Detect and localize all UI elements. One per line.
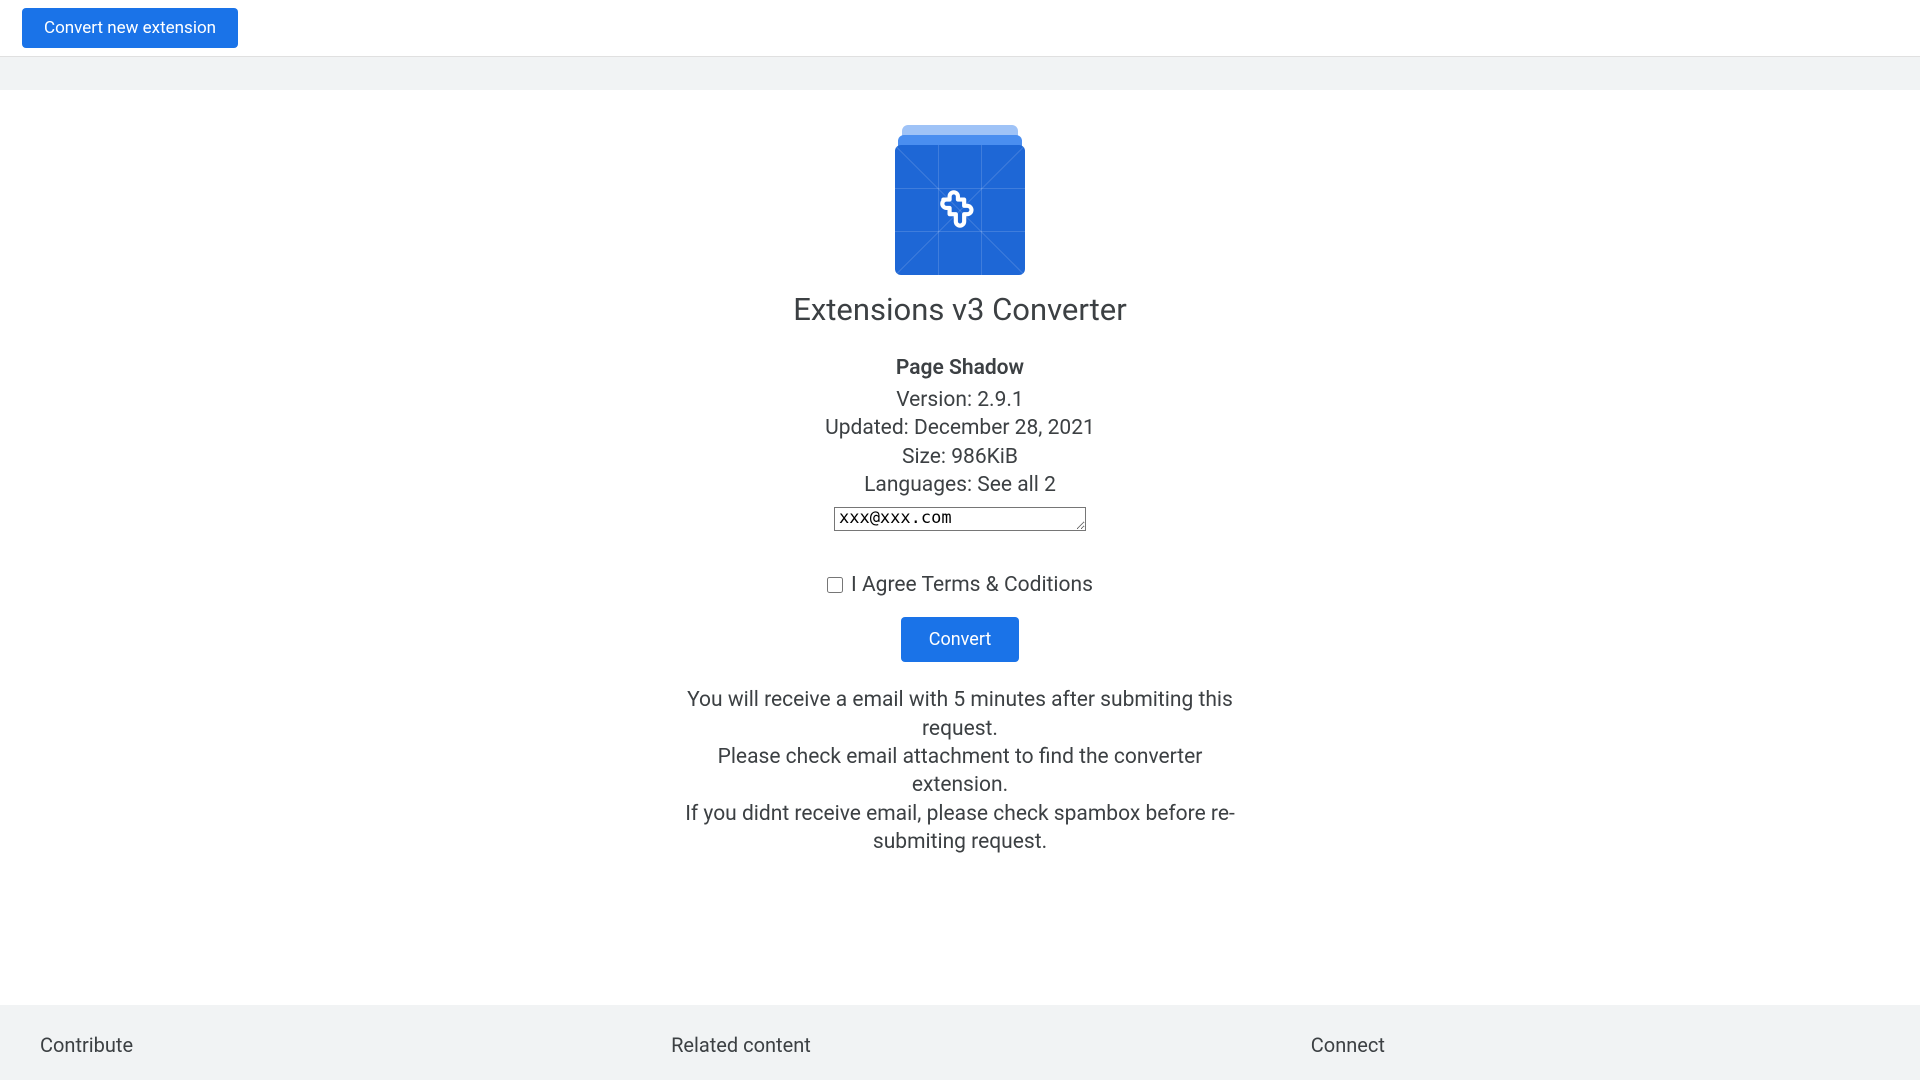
- footer-heading-contribute: Contribute: [40, 1033, 133, 1057]
- convert-button[interactable]: Convert: [901, 617, 1020, 662]
- convert-new-extension-button[interactable]: Convert new extension: [22, 8, 238, 48]
- footer-heading-related: Related content: [671, 1033, 811, 1057]
- footer: Contribute Related content Connect: [0, 1005, 1920, 1080]
- puzzle-piece-icon: [935, 185, 985, 235]
- email-field[interactable]: [834, 507, 1086, 531]
- extension-version: Version: 2.9.1: [825, 386, 1095, 414]
- extension-logo-icon: [895, 125, 1025, 275]
- agree-checkbox[interactable]: [827, 577, 843, 593]
- extension-updated: Updated: December 28, 2021: [825, 414, 1095, 442]
- app-title: Extensions v3 Converter: [793, 291, 1126, 328]
- footer-col-connect: Connect: [1311, 1033, 1385, 1080]
- extension-languages: Languages: See all 2: [825, 471, 1095, 499]
- footer-col-contribute: Contribute: [40, 1033, 133, 1080]
- sub-header-strip: [0, 57, 1920, 90]
- extension-size: Size: 986KiB: [825, 443, 1095, 471]
- agree-label: I Agree Terms & Coditions: [851, 573, 1093, 597]
- footer-col-related: Related content: [671, 1033, 811, 1080]
- main-content: Extensions v3 Converter Page Shadow Vers…: [0, 90, 1920, 856]
- note-text: You will receive a email with 5 minutes …: [680, 686, 1240, 856]
- note-line-3: If you didnt receive email, please check…: [680, 800, 1240, 857]
- extension-name: Page Shadow: [825, 356, 1095, 380]
- topbar: Convert new extension: [0, 0, 1920, 57]
- note-line-2: Please check email attachment to find th…: [680, 743, 1240, 800]
- agree-row: I Agree Terms & Coditions: [827, 573, 1093, 597]
- footer-heading-connect: Connect: [1311, 1033, 1385, 1057]
- logo-block: Extensions v3 Converter: [793, 125, 1126, 328]
- note-line-1: You will receive a email with 5 minutes …: [680, 686, 1240, 743]
- extension-info: Page Shadow Version: 2.9.1 Updated: Dece…: [825, 356, 1095, 531]
